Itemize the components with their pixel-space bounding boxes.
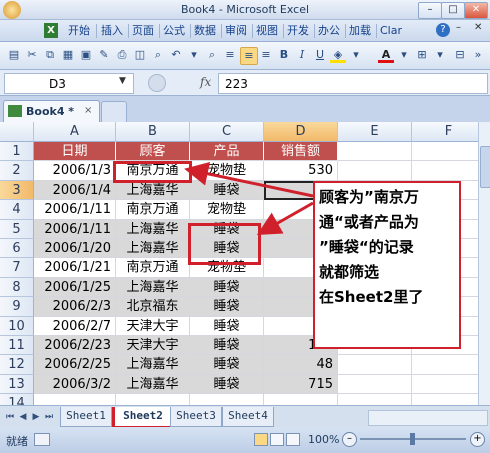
arrow-to-product xyxy=(256,201,314,235)
next-sheet-icon[interactable]: ▶ xyxy=(30,410,42,424)
sheet-tab-bar: ⏮ ◀ ▶ ⏭ Sheet1 Sheet2 Sheet3 Sheet4 xyxy=(0,405,490,429)
zoom-out-icon[interactable]: – xyxy=(342,432,357,447)
zoom-slider-thumb[interactable] xyxy=(410,433,415,445)
first-sheet-icon[interactable]: ⏮ xyxy=(4,410,16,424)
sheet-tab-3[interactable]: Sheet3 xyxy=(170,407,222,427)
prev-sheet-icon[interactable]: ◀ xyxy=(17,410,29,424)
callout-line-5: 在Sheet2里了 xyxy=(319,288,424,306)
page-layout-view-icon[interactable] xyxy=(270,433,284,446)
callout-line-1: 顾客为”南京万 xyxy=(319,188,419,206)
last-sheet-icon[interactable]: ⏭ xyxy=(43,410,55,424)
annotation-callout: 顾客为”南京万 通“或者产品为 ”睡袋“的记录 就都筛选 在Sheet2里了 xyxy=(313,181,461,349)
status-ready: 就绪 xyxy=(6,435,28,448)
normal-view-icon[interactable] xyxy=(254,433,268,446)
status-bar: 就绪 100% – + xyxy=(0,427,490,453)
sheet-tab-4[interactable]: Sheet4 xyxy=(222,407,274,427)
arrow-to-customer xyxy=(184,161,314,198)
zoom-level: 100% xyxy=(308,433,340,446)
page-break-view-icon[interactable] xyxy=(286,433,300,446)
zoom-in-icon[interactable]: + xyxy=(470,432,485,447)
callout-line-2: 通“或者产品为 xyxy=(319,213,419,231)
callout-line-3: ”睡袋“的记录 xyxy=(319,238,414,256)
macro-record-icon[interactable] xyxy=(34,433,50,446)
sheet-tab-2[interactable]: Sheet2 xyxy=(112,407,174,429)
sheet-tab-1[interactable]: Sheet1 xyxy=(60,407,112,427)
callout-line-4: 就都筛选 xyxy=(319,263,380,281)
highlight-product xyxy=(188,223,261,265)
highlight-customer xyxy=(113,161,192,183)
horizontal-scrollbar[interactable] xyxy=(368,410,488,426)
